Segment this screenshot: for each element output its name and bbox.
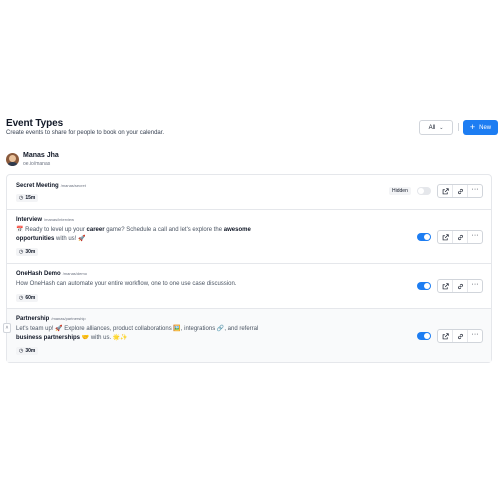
preview-button[interactable] (438, 231, 453, 243)
preview-button[interactable] (438, 185, 453, 197)
clock-icon: ◷ (19, 195, 24, 201)
event-description: Let's team up! 🚀 Explore alliances, prod… (16, 325, 261, 343)
profile-name: Manas Jha (23, 152, 59, 159)
external-link-icon (442, 282, 449, 289)
event-type-list: Secret Meeting/manas/secret ◷ 15m Hidden… (6, 174, 492, 363)
more-horizontal-icon: ··· (471, 281, 479, 288)
event-title: Secret Meeting/manas/secret (16, 183, 86, 189)
duration-badge: ◷ 60m (16, 294, 39, 302)
event-title-text: Secret Meeting (16, 183, 59, 189)
page-title: Event Types (6, 118, 64, 129)
preview-button[interactable] (438, 280, 453, 292)
profile-handle: oe.io/manas (23, 161, 51, 167)
event-actions: ··· (437, 329, 483, 343)
duration-text: 30m (25, 249, 36, 255)
new-event-button[interactable]: + New (463, 120, 498, 135)
event-description: 📅 Ready to level up your career game? Sc… (16, 226, 276, 244)
avatar (6, 153, 19, 166)
clock-icon: ◷ (19, 249, 24, 255)
toggle-knob (424, 333, 430, 339)
filter-dropdown[interactable]: All ⌄ (419, 120, 453, 135)
event-title: Partnership/manas/partnership (16, 316, 86, 322)
event-slug: /manas/secret (60, 183, 86, 188)
divider (458, 123, 459, 131)
event-slug: /manas/demo (62, 271, 87, 276)
duration-text: 15m (25, 195, 36, 201)
desc-text: 📅 Ready to level up your (16, 227, 87, 233)
duration-text: 60m (25, 295, 36, 301)
event-title: OneHash Demo/manas/demo (16, 271, 87, 277)
event-enabled-toggle[interactable] (417, 282, 431, 290)
event-row-onehash-demo[interactable]: OneHash Demo/manas/demo How OneHash can … (7, 264, 491, 309)
toggle-knob (424, 234, 430, 240)
link-icon (457, 234, 463, 240)
event-slug: /manas/partnership (51, 316, 86, 321)
more-horizontal-icon: ··· (471, 232, 479, 239)
event-actions: ··· (437, 279, 483, 293)
external-link-icon (442, 187, 449, 194)
link-icon (457, 283, 463, 289)
more-options-button[interactable]: ··· (468, 185, 482, 197)
collapse-sidebar-button[interactable]: ˄ (3, 323, 11, 333)
preview-button[interactable] (438, 330, 453, 342)
clock-icon: ◷ (19, 295, 24, 301)
duration-badge: ◷ 30m (16, 347, 39, 355)
desc-text: with us! 🚀 (54, 236, 86, 242)
desc-text: Let's team up! 🚀 Explore alliances, prod… (16, 326, 259, 332)
more-options-button[interactable]: ··· (468, 280, 482, 292)
external-link-icon (442, 233, 449, 240)
event-row-partnership[interactable]: Partnership/manas/partnership Let's team… (7, 309, 491, 362)
event-title-text: OneHash Demo (16, 271, 61, 277)
more-options-button[interactable]: ··· (468, 231, 482, 243)
link-icon (457, 333, 463, 339)
event-row-secret-meeting[interactable]: Secret Meeting/manas/secret ◷ 15m Hidden… (7, 175, 491, 210)
page-header: Event Types Create events to share for p… (6, 118, 498, 140)
toggle-knob (418, 188, 424, 194)
event-enabled-toggle[interactable] (417, 332, 431, 340)
page-subtitle: Create events to share for people to boo… (6, 130, 165, 136)
duration-badge: ◷ 30m (16, 248, 39, 256)
more-horizontal-icon: ··· (471, 331, 479, 338)
duration-badge: ◷ 15m (16, 194, 39, 202)
chevron-down-icon: ⌄ (439, 124, 444, 131)
desc-bold: career (86, 227, 105, 233)
external-link-icon (442, 332, 449, 339)
new-button-label: New (479, 124, 492, 131)
event-description: How OneHash can automate your entire wor… (16, 281, 237, 287)
desc-bold: business partnerships (16, 335, 81, 341)
event-title-text: Partnership (16, 316, 50, 322)
event-enabled-toggle[interactable] (417, 187, 431, 195)
event-actions: ··· (437, 184, 483, 198)
copy-link-button[interactable] (453, 185, 468, 197)
event-actions: ··· (437, 230, 483, 244)
desc-text: 🤝 with us. 🌟✨ (80, 335, 128, 341)
event-row-interview[interactable]: Interview/manas/interview 📅 Ready to lev… (7, 210, 491, 264)
toggle-knob (424, 283, 430, 289)
duration-text: 30m (25, 348, 36, 354)
more-options-button[interactable]: ··· (468, 330, 482, 342)
event-slug: /manas/interview (44, 217, 75, 222)
link-icon (457, 188, 463, 194)
desc-text: game? Schedule a call and let's explore … (104, 227, 224, 233)
copy-link-button[interactable] (453, 280, 468, 292)
filter-label: All (428, 124, 436, 131)
plus-icon: + (469, 121, 476, 132)
clock-icon: ◷ (19, 348, 24, 354)
event-title-text: Interview (16, 217, 43, 223)
event-enabled-toggle[interactable] (417, 233, 431, 241)
more-horizontal-icon: ··· (471, 186, 479, 193)
copy-link-button[interactable] (453, 231, 468, 243)
hidden-badge: Hidden (389, 187, 411, 195)
copy-link-button[interactable] (453, 330, 468, 342)
chevron-up-icon: ˄ (5, 325, 9, 331)
event-title: Interview/manas/interview (16, 217, 74, 223)
